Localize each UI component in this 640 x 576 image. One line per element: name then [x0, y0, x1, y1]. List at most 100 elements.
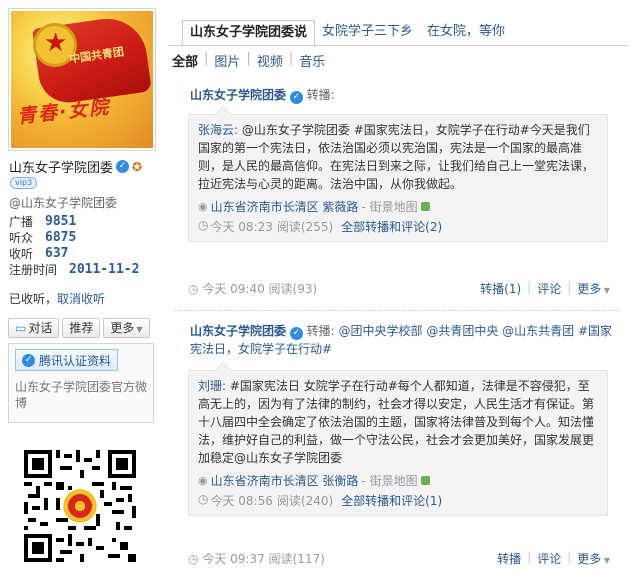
- quote-arrow: [214, 105, 232, 123]
- quoted-body: @山东女子学院团委 #国家宪法日，女院学子在行动#今天是我们国家的第一个宪法日，…: [198, 123, 595, 191]
- verified-icon: ✓: [22, 353, 35, 367]
- follow-status-row: 已收听，取消收听: [9, 292, 106, 306]
- main-feed-area: 山东女子学院团委说 女院学子三下乡 在女院，等你 全部 | 图片 | 视频 | …: [168, 0, 640, 576]
- tab-org-says[interactable]: 山东女子学院团委说: [182, 20, 316, 46]
- post-author[interactable]: 山东女子学院团委: [190, 324, 286, 338]
- street-map-link[interactable]: - 街景地图: [361, 198, 417, 215]
- stat-following[interactable]: 收听 637: [9, 246, 139, 262]
- post-actions: 转播 | 评论 | 更多 ▼: [497, 550, 610, 567]
- tab-summer-outreach[interactable]: 女院学子三下乡: [315, 20, 420, 46]
- verification-box: ✓ 腾讯认证资料 山东女子学院团委官方微博: [8, 343, 154, 423]
- content-filters: 全部 | 图片 | 视频 | 音乐: [172, 51, 326, 70]
- street-map-link[interactable]: - 街景地图: [361, 472, 417, 489]
- quoted-time[interactable]: 今天 08:23: [210, 218, 272, 235]
- quoted-meta: ◷ 今天 08:23 阅读(255) 全部转播和评论(2): [198, 218, 598, 235]
- comment-button[interactable]: 评论: [537, 550, 561, 567]
- tab-waiting-for-you[interactable]: 在女院，等你: [420, 20, 512, 46]
- post-actions: 转播(1) | 评论 | 更多 ▼: [480, 280, 610, 297]
- profile-actions: ▭ 对话 推荐 更多 ▼: [8, 318, 150, 338]
- quoted-author[interactable]: 张海云:: [198, 123, 238, 137]
- post-time-row: ◷ 今天 09:40 阅读(93): [188, 280, 317, 297]
- post-header: 山东女子学院团委 ✓ 转播: @团中央学校部 @共青团中央 @山东共青团 #国家…: [190, 322, 622, 358]
- topic-tabs: 山东女子学院团委说 女院学子三下乡 在女院，等你: [182, 20, 512, 46]
- quote-arrow: [214, 361, 232, 379]
- all-retweets-comments-link[interactable]: 全部转播和评论(2): [341, 218, 442, 235]
- post-reads: 阅读(93): [268, 282, 318, 296]
- stat-label: 听众: [9, 231, 34, 245]
- verification-description: 山东女子学院团委官方微博: [15, 380, 148, 410]
- chevron-down-icon: ▼: [136, 325, 143, 334]
- profile-name-row: 山东女子学院团委 ✓ ✪: [9, 157, 144, 176]
- stat-listeners[interactable]: 听众 6875: [9, 230, 139, 246]
- avatar[interactable]: 中国共青团 青春·女院: [8, 8, 156, 151]
- clock-icon: ◷: [198, 492, 209, 506]
- profile-handle: @山东女子学院团委: [9, 196, 118, 210]
- retweet-label: 转播:: [306, 88, 335, 102]
- map-icon: [420, 202, 430, 211]
- quoted-post: 刘珊: #国家宪法日 女院学子在行动#每个人都知道，法律是不容侵犯，至高无上的，…: [188, 361, 608, 516]
- stat-value[interactable]: 9851: [45, 214, 76, 230]
- post-time[interactable]: 今天 09:37: [202, 552, 264, 566]
- verified-icon: ✓: [289, 327, 303, 340]
- quoted-reads: 阅读(240): [276, 494, 334, 508]
- filter-all[interactable]: 全部: [172, 51, 198, 70]
- verification-info-button[interactable]: ✓ 腾讯认证资料: [15, 349, 119, 371]
- quoted-time[interactable]: 今天 08:56: [210, 492, 272, 509]
- stat-label: 广播: [9, 215, 34, 229]
- vip-badge[interactable]: vip3: [10, 177, 38, 189]
- profile-sidebar: 中国共青团 青春·女院 山东女子学院团委 ✓ ✪ vip3 @山东女子学院团委 …: [0, 0, 168, 576]
- all-retweets-comments-link[interactable]: 全部转播和评论(1): [341, 492, 442, 509]
- chevron-down-icon: ▼: [601, 556, 610, 565]
- stat-value[interactable]: 637: [45, 246, 68, 262]
- stat-label: 收听: [9, 247, 34, 261]
- filter-music[interactable]: 音乐: [299, 51, 325, 70]
- location-text[interactable]: 山东省济南市长清区 张衡路: [211, 472, 359, 489]
- location-line: ◉ 山东省济南市长清区 紫薇路 - 街景地图: [198, 198, 598, 215]
- profile-name[interactable]: 山东女子学院团委: [9, 157, 113, 176]
- clock-icon: ◷: [198, 218, 209, 232]
- stat-broadcasts[interactable]: 广播 9851: [9, 214, 139, 230]
- filter-videos[interactable]: 视频: [257, 51, 283, 70]
- verified-icon[interactable]: ✓: [116, 160, 130, 173]
- quoted-text: 张海云: @山东女子学院团委 #国家宪法日，女院学子在行动#今天是我们国家的第一…: [198, 121, 598, 193]
- post-author[interactable]: 山东女子学院团委: [190, 88, 286, 102]
- avatar-slogan: 青春·女院: [16, 96, 112, 128]
- chevron-down-icon: ▼: [601, 286, 610, 295]
- post-reads: 阅读(117): [268, 552, 325, 566]
- quoted-meta: ◷ 今天 08:56 阅读(240) 全部转播和评论(1): [198, 492, 598, 509]
- map-icon: [420, 476, 430, 485]
- more-menu-button[interactable]: 更多 ▼: [577, 550, 610, 567]
- quoted-author[interactable]: 刘珊:: [198, 379, 226, 393]
- profile-stats: 广播 9851 听众 6875 收听 637 注册时间 2011-11-2: [9, 214, 139, 278]
- location-pin-icon: ◉: [198, 200, 208, 213]
- post-divider: [174, 310, 620, 311]
- avatar-image: 中国共青团 青春·女院: [11, 11, 153, 148]
- post-time-row: ◷ 今天 09:37 阅读(117): [188, 550, 325, 567]
- clock-icon: ◷: [188, 282, 199, 296]
- location-text[interactable]: 山东省济南市长清区 紫薇路: [211, 198, 359, 215]
- more-button[interactable]: 更多 ▼: [103, 318, 150, 338]
- retweet-button[interactable]: 转播: [497, 550, 521, 567]
- stat-value[interactable]: 6875: [45, 230, 76, 246]
- retweet-button[interactable]: 转播(1): [480, 280, 521, 297]
- qr-code: [24, 450, 136, 562]
- tabs-divider: [168, 45, 628, 46]
- post-footer: ◷ 今天 09:37 阅读(117) 转播 | 评论 | 更多 ▼: [188, 550, 610, 568]
- stat-label: 注册时间: [9, 263, 58, 277]
- unfollow-link[interactable]: 取消收听: [57, 292, 105, 306]
- recommend-button[interactable]: 推荐: [62, 318, 101, 338]
- quoted-post: 张海云: @山东女子学院团委 #国家宪法日，女院学子在行动#今天是我们国家的第一…: [188, 105, 608, 242]
- filter-images[interactable]: 图片: [214, 51, 240, 70]
- location-line: ◉ 山东省济南市长清区 张衡路 - 街景地图: [198, 472, 598, 489]
- more-menu-button[interactable]: 更多 ▼: [577, 280, 610, 297]
- quoted-text: 刘珊: #国家宪法日 女院学子在行动#每个人都知道，法律是不容侵犯，至高无上的，…: [198, 377, 598, 467]
- stat-value: 2011-11-2: [69, 262, 140, 277]
- post-time[interactable]: 今天 09:40: [202, 282, 264, 296]
- verified-icon: ✓: [289, 91, 303, 104]
- stat-register-date: 注册时间 2011-11-2: [9, 262, 139, 278]
- location-pin-icon: ◉: [198, 474, 208, 487]
- talent-star-icon[interactable]: ✪: [132, 161, 144, 173]
- comment-button[interactable]: 评论: [537, 280, 561, 297]
- chat-button[interactable]: ▭ 对话: [8, 318, 60, 338]
- clock-icon: ◷: [188, 552, 199, 566]
